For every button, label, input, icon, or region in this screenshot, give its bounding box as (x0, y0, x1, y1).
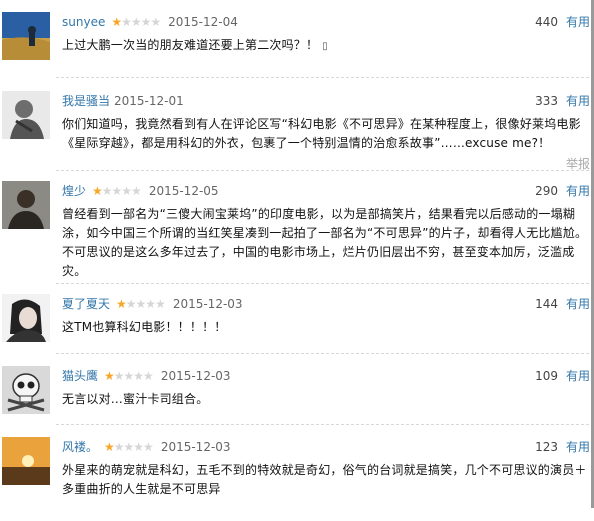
comment-text: 上过大鹏一次当的朋友难道还要上第二次吗？！ ▯ (62, 36, 590, 56)
comment-meta: 猫头鹰 ★★★★★ 2015-12-03 (62, 368, 231, 384)
divider (56, 283, 594, 284)
comment-date: 2015-12-04 (168, 15, 238, 29)
rating-stars: ★★★★★ (104, 440, 154, 454)
divider (56, 170, 594, 171)
vote-count: 109 (535, 369, 558, 383)
comment-meta: 我是骚当 2015-12-01 (62, 93, 184, 109)
useful-button[interactable]: 有用 (566, 368, 590, 384)
comment-item: 风褛。 ★★★★★ 2015-12-03 123 有用 外星来的萌宠就是科幻，五毛不… (0, 437, 594, 521)
useful-button[interactable]: 有用 (566, 14, 590, 30)
comment-item: sunyee ★★★★★ 2015-12-04 440 有用 上过大鹏一次当的朋友难… (0, 12, 594, 96)
username-link[interactable]: 我是骚当 (62, 94, 110, 108)
comment-text: 外星来的萌宠就是科幻，五毛不到的特效就是奇幻，俗气的台词就是搞笑，几个不可思议的… (62, 463, 587, 496)
comment-meta: 煌少 ★★★★★ 2015-12-05 (62, 183, 219, 199)
useful-button[interactable]: 有用 (566, 439, 590, 455)
useful-button[interactable]: 有用 (566, 93, 590, 109)
username-link[interactable]: 煌少 (62, 184, 86, 198)
vote-count: 290 (535, 184, 558, 198)
person-avatar[interactable] (2, 181, 50, 229)
comment-meta: sunyee ★★★★★ 2015-12-04 (62, 14, 238, 30)
comment-text: 这TM也算科幻电影！！！！！ (62, 320, 227, 334)
rating-stars: ★★★★★ (104, 369, 154, 383)
username-link[interactable]: 风褛。 (62, 440, 98, 454)
comment-meta: 夏了夏天 ★★★★★ 2015-12-03 (62, 296, 243, 312)
rating-stars: ★★★★★ (111, 15, 161, 29)
comment-date: 2015-12-01 (114, 94, 184, 108)
comment-item: 煌少 ★★★★★ 2015-12-05 290 有用 曾经看到一部名为“三傻大闹宝莱… (0, 181, 594, 278)
phone-icon: ▯ (322, 41, 328, 52)
comment-item: 我是骚当 2015-12-01 333 有用 你们知道吗，我竟然看到有人在评论区写… (0, 91, 594, 175)
comment-date: 2015-12-03 (160, 369, 231, 383)
divider (56, 77, 594, 78)
girl-avatar[interactable] (2, 294, 50, 342)
divider (56, 353, 594, 354)
vote-count: 440 (535, 15, 558, 29)
useful-button[interactable]: 有用 (566, 183, 590, 199)
comment-meta: 风褛。 ★★★★★ 2015-12-03 (62, 439, 231, 455)
vote-count: 333 (535, 94, 558, 108)
comment-date: 2015-12-05 (148, 184, 219, 198)
divider (56, 424, 594, 425)
comment-text-body: 上过大鹏一次当的朋友难道还要上第二次吗？！ (62, 38, 319, 52)
username-link[interactable]: sunyee (62, 15, 105, 29)
sunset-avatar[interactable] (2, 437, 50, 485)
username-link[interactable]: 猫头鹰 (62, 369, 98, 383)
landscape-avatar[interactable] (2, 12, 50, 60)
useful-button[interactable]: 有用 (566, 296, 590, 312)
statue-avatar[interactable] (2, 91, 50, 139)
comment-text: 无言以对…蜜汁卡司组合。 (62, 392, 209, 406)
skull-avatar[interactable] (2, 366, 50, 414)
comment-text: 你们知道吗，我竟然看到有人在评论区写“科幻电影《不可思异》在某种程度上，很像好莱… (62, 117, 581, 150)
rating-stars: ★★★★★ (116, 297, 166, 311)
vote-count: 123 (535, 440, 558, 454)
comment-date: 2015-12-03 (172, 297, 243, 311)
comment-date: 2015-12-03 (160, 440, 231, 454)
rating-stars: ★★★★★ (92, 184, 142, 198)
username-link[interactable]: 夏了夏天 (62, 297, 110, 311)
vote-count: 144 (535, 297, 558, 311)
comment-text: 曾经看到一部名为“三傻大闹宝莱坞”的印度电影，以为是部搞笑片，结果看完以后感动的… (62, 207, 588, 278)
